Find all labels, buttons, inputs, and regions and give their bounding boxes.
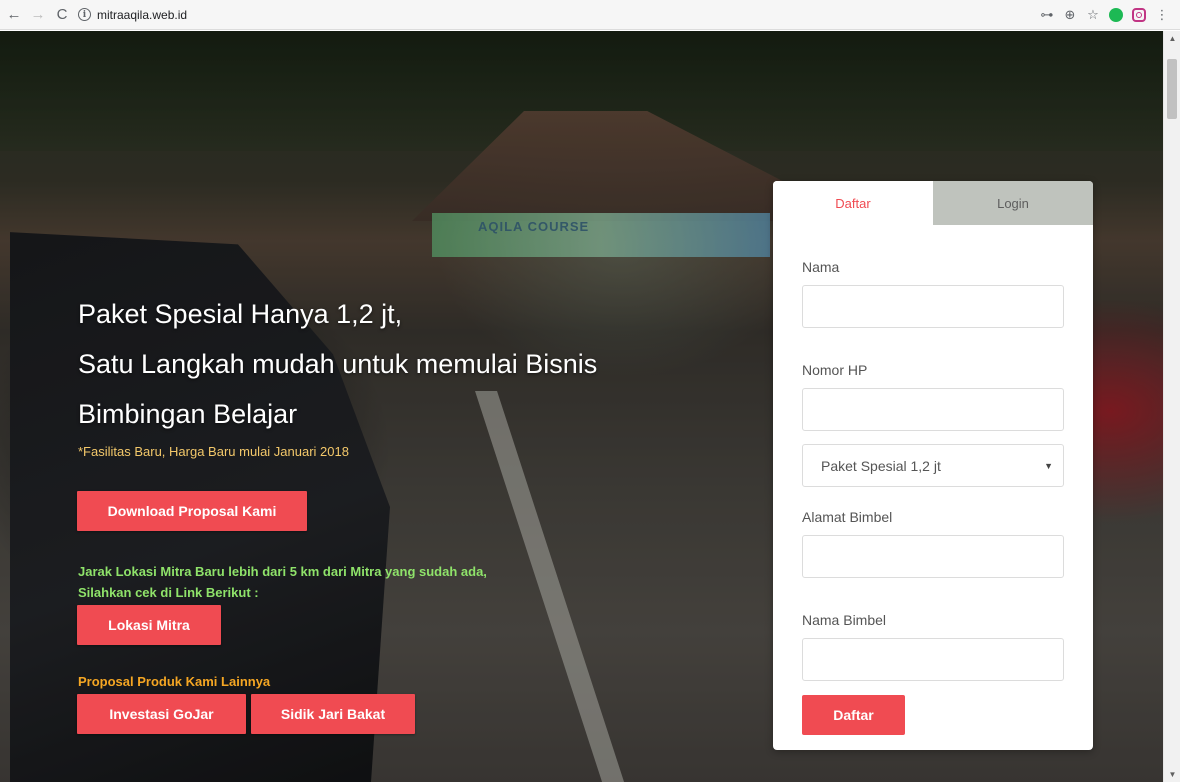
headline-line-3: Bimbingan Belajar — [78, 399, 298, 429]
distance-note-line-1: Jarak Lokasi Mitra Baru lebih dari 5 km … — [78, 564, 487, 579]
form-tabs: Daftar Login — [773, 181, 1093, 225]
key-icon[interactable]: ⊶ — [1039, 7, 1055, 23]
hero-headline: Paket Spesial Hanya 1,2 jt, Satu Langkah… — [78, 289, 597, 439]
investasi-gojar-button[interactable]: Investasi GoJar — [77, 694, 246, 734]
nomor-hp-input[interactable] — [802, 388, 1064, 431]
zoom-icon[interactable]: ⊕ — [1062, 7, 1078, 23]
address-bar[interactable]: i mitraaqila.web.id — [78, 4, 1039, 26]
nama-input[interactable] — [802, 285, 1064, 328]
headline-line-2: Satu Langkah mudah untuk memulai Bisnis — [78, 349, 598, 379]
instagram-extension-icon[interactable] — [1131, 7, 1147, 23]
nomor-hp-label: Nomor HP — [802, 362, 868, 378]
scroll-down-icon[interactable]: ▼ — [1164, 767, 1180, 782]
hero-section: AQILA COURSE Paket Spesial Hanya 1,2 jt,… — [0, 31, 1163, 782]
toolbar-actions: ⊶ ⊕ ☆ ⋮ — [1039, 7, 1170, 23]
reload-icon[interactable]: C — [52, 5, 72, 25]
url-text[interactable]: mitraaqila.web.id — [97, 8, 187, 22]
alamat-bimbel-label: Alamat Bimbel — [802, 509, 893, 525]
forward-arrow-icon[interactable]: → — [28, 5, 48, 25]
other-products-label: Proposal Produk Kami Lainnya — [78, 674, 271, 689]
facility-note: *Fasilitas Baru, Harga Baru mulai Januar… — [78, 444, 349, 459]
menu-dots-icon[interactable]: ⋮ — [1154, 7, 1170, 23]
registration-form: Nama Nomor HP Paket Spesial 1,2 jt ▼ Ala… — [802, 225, 1064, 735]
nama-bimbel-input[interactable] — [802, 638, 1064, 681]
star-icon[interactable]: ☆ — [1085, 7, 1101, 23]
sidik-jari-bakat-button[interactable]: Sidik Jari Bakat — [251, 694, 415, 734]
paket-select-value: Paket Spesial 1,2 jt — [821, 457, 941, 474]
headline-line-1: Paket Spesial Hanya 1,2 jt, — [78, 299, 403, 329]
daftar-submit-button[interactable]: Daftar — [802, 695, 905, 735]
page-viewport: AQILA COURSE Paket Spesial Hanya 1,2 jt,… — [0, 31, 1180, 782]
nama-label: Nama — [802, 259, 840, 275]
nama-bimbel-label: Nama Bimbel — [802, 612, 887, 628]
info-icon[interactable]: i — [78, 8, 91, 21]
tab-daftar[interactable]: Daftar — [773, 181, 933, 225]
registration-card: Daftar Login Nama Nomor HP Paket Spesial… — [773, 181, 1093, 750]
tab-login[interactable]: Login — [933, 181, 1093, 225]
caret-down-icon: ▼ — [1044, 460, 1053, 471]
browser-toolbar: ← → C i mitraaqila.web.id ⊶ ⊕ ☆ ⋮ — [0, 0, 1180, 30]
distance-note-line-2: Silahkan cek di Link Berikut : — [78, 585, 259, 600]
paket-select[interactable]: Paket Spesial 1,2 jt ▼ — [802, 444, 1064, 487]
scroll-up-icon[interactable]: ▲ — [1164, 31, 1180, 46]
vertical-scrollbar[interactable]: ▲ ▼ — [1163, 31, 1180, 782]
download-proposal-button[interactable]: Download Proposal Kami — [77, 491, 307, 531]
lokasi-mitra-button[interactable]: Lokasi Mitra — [77, 605, 221, 645]
back-arrow-icon[interactable]: ← — [4, 5, 24, 25]
chat-extension-icon[interactable] — [1108, 7, 1124, 23]
scroll-thumb[interactable] — [1167, 59, 1177, 119]
distance-note: Jarak Lokasi Mitra Baru lebih dari 5 km … — [78, 561, 487, 603]
alamat-bimbel-input[interactable] — [802, 535, 1064, 578]
